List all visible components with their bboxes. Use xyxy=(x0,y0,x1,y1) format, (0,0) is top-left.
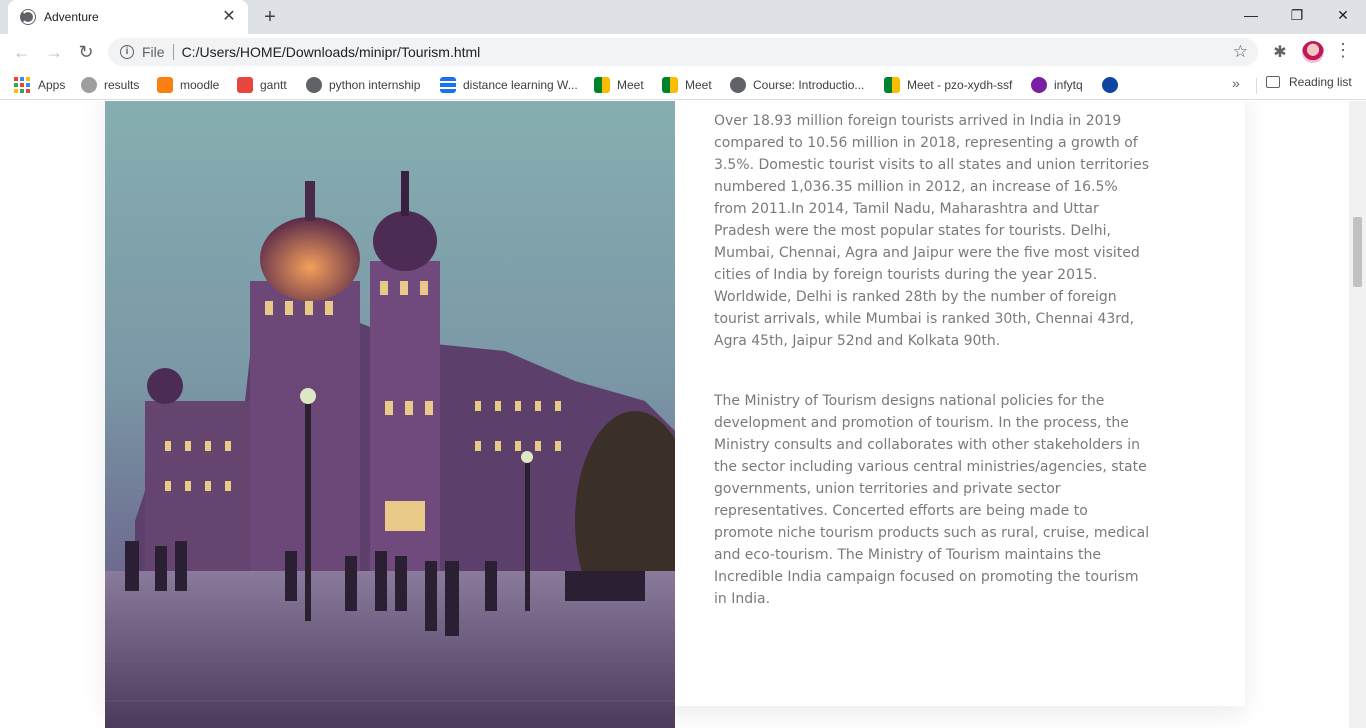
bookmark-label: Meet xyxy=(617,78,644,92)
distance-learning-icon xyxy=(440,77,456,93)
bookmarks-divider xyxy=(1256,78,1257,94)
reload-button[interactable]: ↻ xyxy=(74,40,98,64)
tourism-text-column: Over 18.93 million foreign tourists arri… xyxy=(714,110,1150,648)
results-icon xyxy=(81,77,97,93)
bookmark-label: results xyxy=(104,78,140,92)
globe-icon xyxy=(306,77,322,93)
globe-icon xyxy=(730,77,746,93)
tab-title: Adventure xyxy=(44,10,99,24)
bookmark-label: distance learning W... xyxy=(463,78,578,92)
reading-list-icon xyxy=(1266,76,1280,88)
meet-icon xyxy=(884,77,900,93)
menu-kebab-icon[interactable]: ⋮ xyxy=(1334,40,1352,64)
bookmark-label: Apps xyxy=(38,78,66,92)
scrollbar-thumb[interactable] xyxy=(1353,217,1362,287)
bookmark-apps[interactable]: Apps xyxy=(14,75,65,95)
page-viewport: Over 18.93 million foreign tourists arri… xyxy=(0,101,1349,728)
bookmark-extra-icon xyxy=(1102,77,1118,93)
infytq-icon xyxy=(1031,77,1047,93)
meet-icon xyxy=(662,77,678,93)
url-text[interactable]: C:/Users/HOME/Downloads/minipr/Tourism.h… xyxy=(182,44,481,60)
taj-hotel-photo xyxy=(105,101,675,728)
gantt-icon xyxy=(237,77,253,93)
bookmark-moodle[interactable]: moodle xyxy=(157,75,219,95)
browser-toolbar: ← → ↻ i File C:/Users/HOME/Downloads/min… xyxy=(0,34,1366,70)
globe-icon xyxy=(20,9,36,25)
restore-button[interactable]: ❐ xyxy=(1274,0,1320,30)
bookmark-meet-1[interactable]: Meet xyxy=(594,75,644,95)
meet-icon xyxy=(594,77,610,93)
back-button[interactable]: ← xyxy=(10,40,34,64)
bookmark-gantt[interactable]: gantt xyxy=(237,75,287,95)
bookmark-meet-pzo[interactable]: Meet - pzo-xydh-ssf xyxy=(884,75,1012,95)
paragraph-foreign-tourists: Over 18.93 million foreign tourists arri… xyxy=(714,113,1149,349)
forward-button[interactable]: → xyxy=(42,40,66,64)
info-icon[interactable]: i xyxy=(120,45,134,59)
profile-avatar[interactable] xyxy=(1302,41,1324,63)
reading-list-button[interactable]: Reading list xyxy=(1266,75,1352,89)
bookmark-label: Meet xyxy=(685,78,712,92)
bookmark-meet-2[interactable]: Meet xyxy=(662,75,712,95)
apps-grid-icon xyxy=(14,77,30,93)
address-separator xyxy=(172,44,174,60)
bookmark-results[interactable]: results xyxy=(81,75,139,95)
bookmark-label: gantt xyxy=(260,78,287,92)
page-scrollbar[interactable] xyxy=(1349,101,1366,728)
minimize-button[interactable]: — xyxy=(1228,0,1274,30)
bookmark-course[interactable]: Course: Introductio... xyxy=(730,75,864,95)
close-tab-icon[interactable]: ✕ xyxy=(220,8,238,26)
scheme-label: File xyxy=(142,44,165,60)
bookmark-label: Meet - pzo-xydh-ssf xyxy=(907,78,1013,92)
new-tab-button[interactable]: + xyxy=(258,6,282,28)
bookmark-label: Course: Introductio... xyxy=(753,78,865,92)
tab-strip: Adventure ✕ + — ❐ ✕ xyxy=(0,0,1366,34)
bookmark-python-internship[interactable]: python internship xyxy=(306,75,420,95)
reading-list-label: Reading list xyxy=(1289,75,1352,89)
bookmark-infytq[interactable]: infytq xyxy=(1031,75,1083,95)
bookmarks-bar: Apps results moodle gantt python interns… xyxy=(0,70,1366,100)
bookmark-star-icon[interactable]: ☆ xyxy=(1233,42,1248,62)
paragraph-ministry: The Ministry of Tourism designs national… xyxy=(714,393,1150,607)
bookmark-label: infytq xyxy=(1054,78,1083,92)
moodle-icon xyxy=(157,77,173,93)
bookmarks-overflow-button[interactable]: » xyxy=(1232,75,1240,91)
address-bar[interactable]: i File C:/Users/HOME/Downloads/minipr/To… xyxy=(108,38,1258,66)
bookmark-label: moodle xyxy=(180,78,220,92)
bookmark-label: python internship xyxy=(329,78,421,92)
hotel-illustration xyxy=(105,101,675,728)
bookmark-extra[interactable] xyxy=(1102,75,1125,95)
close-window-button[interactable]: ✕ xyxy=(1320,0,1366,30)
tab-adventure[interactable]: Adventure ✕ xyxy=(8,0,248,34)
extensions-puzzle-icon[interactable]: ✱ xyxy=(1270,42,1290,62)
bookmark-distance-learning[interactable]: distance learning W... xyxy=(440,75,578,95)
